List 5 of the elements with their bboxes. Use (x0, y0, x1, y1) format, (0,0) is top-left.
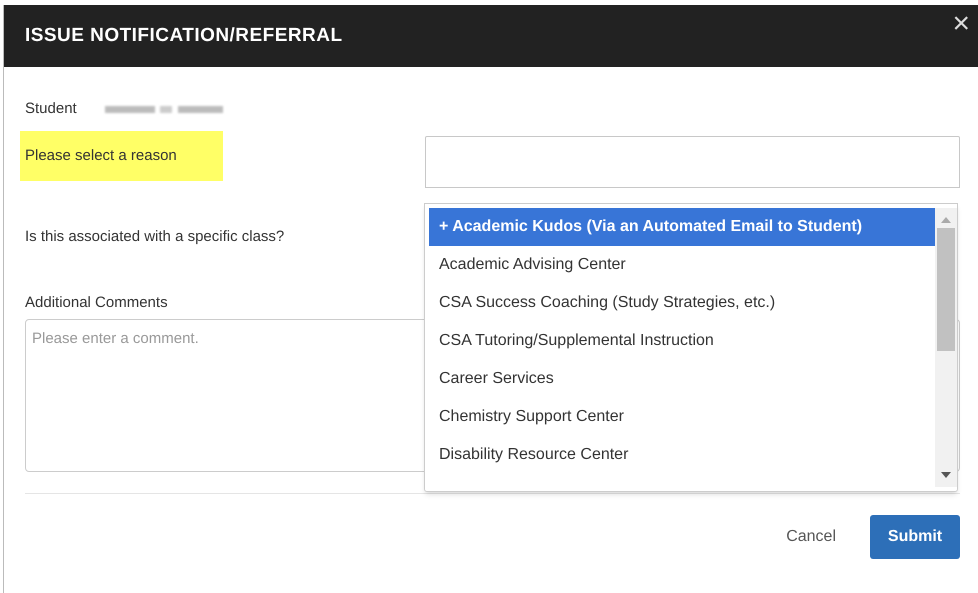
dialog-title: ISSUE NOTIFICATION/REFERRAL (25, 24, 343, 48)
reason-label: Please select a reason (20, 131, 223, 181)
student-label: Student (25, 98, 77, 119)
comments-label: Additional Comments (25, 293, 168, 312)
class-question-label: Is this associated with a specific class? (25, 227, 284, 246)
